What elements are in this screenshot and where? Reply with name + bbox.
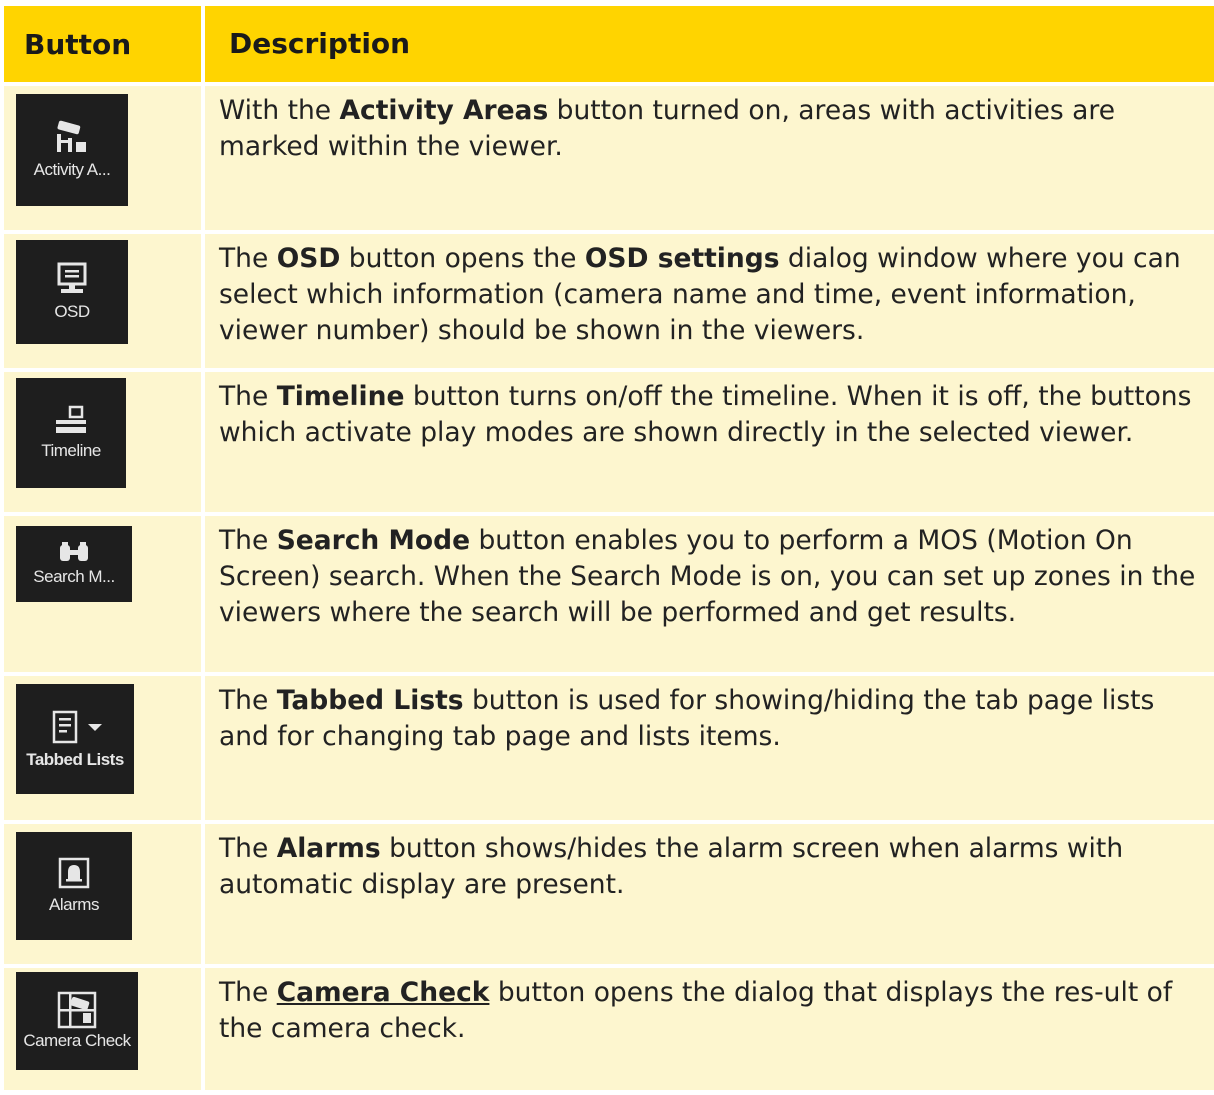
table-row: OSD The OSD button opens the OSD setting…	[4, 234, 1214, 372]
button-description-table: Button Description Activity A... With th…	[4, 6, 1214, 1094]
button-cell: Alarms	[4, 824, 205, 964]
table-row: Timeline The Timeline button turns on/of…	[4, 372, 1214, 516]
button-cell: Tabbed Lists	[4, 676, 205, 820]
button-cell: Camera Check	[4, 968, 205, 1090]
description-cell: The Timeline button turns on/off the tim…	[205, 372, 1214, 512]
button-label: OSD	[54, 302, 90, 321]
button-cell: Activity A...	[4, 86, 205, 230]
osd-button[interactable]: OSD	[16, 240, 128, 344]
button-label: Activity A...	[33, 160, 111, 179]
description-cell: The Camera Check button opens the dialog…	[205, 968, 1214, 1090]
camera-check-button[interactable]: Camera Check	[16, 972, 138, 1070]
timeline-icon	[54, 405, 88, 435]
camera-check-link[interactable]: Camera Check	[277, 977, 490, 1008]
binoculars-icon	[58, 541, 90, 563]
table-row: Search M... The Search Mode button enabl…	[4, 516, 1214, 676]
table-row: Alarms The Alarms button shows/hides the…	[4, 824, 1214, 968]
osd-monitor-icon	[57, 262, 87, 296]
button-label: Timeline	[41, 441, 101, 460]
activity-areas-button[interactable]: Activity A...	[16, 94, 128, 206]
description-cell: The Alarms button shows/hides the alarm …	[205, 824, 1214, 964]
tabbed-lists-icon	[40, 708, 110, 748]
alarm-bell-icon	[58, 857, 90, 889]
button-label: Camera Check	[23, 1031, 131, 1050]
camera-check-icon	[57, 991, 97, 1029]
header-button: Button	[4, 6, 205, 82]
header-description: Description	[205, 6, 1214, 82]
description-cell: With the Activity Areas button turned on…	[205, 86, 1214, 230]
button-cell: Timeline	[4, 372, 205, 512]
description-cell: The Search Mode button enables you to pe…	[205, 516, 1214, 672]
table-row: Camera Check The Camera Check button ope…	[4, 968, 1214, 1094]
button-label: Tabbed Lists	[26, 750, 124, 769]
table-row: Activity A... With the Activity Areas bu…	[4, 86, 1214, 234]
activity-areas-icon	[54, 120, 90, 154]
description-cell: The OSD button opens the OSD settings di…	[205, 234, 1214, 368]
button-label: Search M...	[33, 567, 115, 586]
search-mode-button[interactable]: Search M...	[16, 526, 132, 602]
button-cell: Search M...	[4, 516, 205, 672]
table-header: Button Description	[4, 6, 1214, 86]
button-cell: OSD	[4, 234, 205, 368]
description-cell: The Tabbed Lists button is used for show…	[205, 676, 1214, 820]
timeline-button[interactable]: Timeline	[16, 378, 126, 488]
tabbed-lists-button[interactable]: Tabbed Lists	[16, 684, 134, 794]
table-row: Tabbed Lists The Tabbed Lists button is …	[4, 676, 1214, 824]
button-label: Alarms	[49, 895, 99, 914]
alarms-button[interactable]: Alarms	[16, 832, 132, 940]
